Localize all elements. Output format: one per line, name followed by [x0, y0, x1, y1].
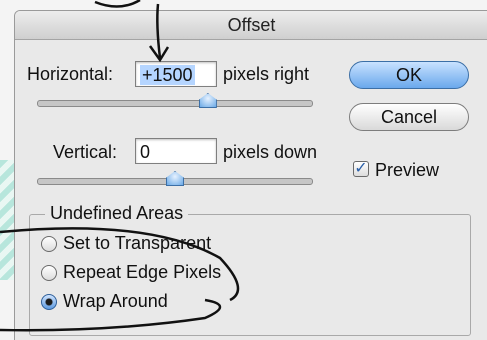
horizontal-value: +1500 [140, 65, 195, 85]
label-set-to-transparent: Set to Transparent [63, 233, 212, 253]
ok-button[interactable]: OK [349, 61, 469, 89]
vertical-value: 0 [140, 142, 151, 162]
preview-label: Preview [375, 160, 440, 180]
dialog-title: Offset [15, 11, 487, 40]
label-repeat-edge-pixels: Repeat Edge Pixels [63, 262, 222, 282]
horizontal-slider-thumb[interactable] [198, 93, 217, 108]
horizontal-label: Horizontal: [27, 64, 114, 84]
radio-set-to-transparent[interactable] [41, 236, 57, 252]
horizontal-slider-track[interactable] [37, 100, 313, 107]
vertical-label: Vertical: [53, 142, 118, 162]
vertical-unit: pixels down [223, 142, 318, 162]
vertical-slider-thumb[interactable] [166, 171, 184, 186]
checkmark-icon: ✓ [354, 160, 368, 177]
offset-dialog: Offset Horizontal: +1500 pixels right Ve… [14, 10, 487, 340]
preview-checkbox[interactable]: ✓ [353, 161, 369, 177]
cancel-button[interactable]: Cancel [349, 103, 469, 131]
annotation-arc-top [94, 0, 141, 8]
undefined-areas-title: Undefined Areas [45, 203, 189, 224]
horizontal-input[interactable]: +1500 [135, 61, 217, 87]
horizontal-unit: pixels right [223, 64, 310, 84]
radio-repeat-edge-pixels[interactable] [41, 265, 57, 281]
radio-wrap-around[interactable] [41, 294, 57, 310]
vertical-input[interactable]: 0 [135, 138, 217, 164]
label-wrap-around: Wrap Around [63, 291, 168, 311]
